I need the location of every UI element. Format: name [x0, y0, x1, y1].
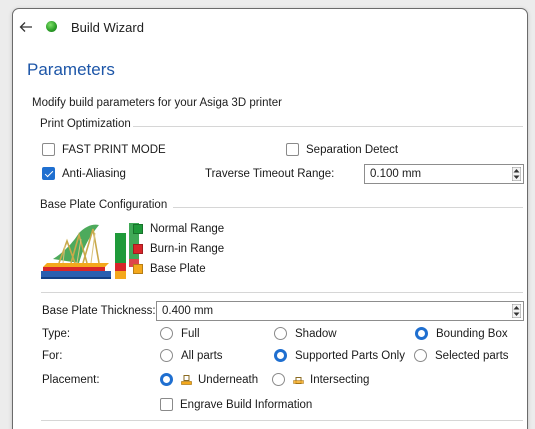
legend-burn-in-range: Burn-in Range: [133, 243, 224, 255]
group-divider: [173, 207, 523, 208]
radio-label: All parts: [181, 349, 223, 362]
page-subtitle: Modify build parameters for your Asiga 3…: [32, 97, 282, 109]
for-radio-all-parts[interactable]: All parts: [160, 349, 223, 362]
checkbox-box[interactable]: [286, 143, 299, 156]
base-plate-thickness-label: Base Plate Thickness:: [42, 305, 156, 317]
legend-label: Burn-in Range: [150, 243, 225, 255]
traverse-timeout-spinbox[interactable]: 0.100 mm: [364, 164, 524, 184]
print-optimization-title: Print Optimization: [40, 118, 131, 130]
radio-button-selected[interactable]: [415, 327, 428, 340]
radio-button[interactable]: [160, 327, 173, 340]
type-radio-shadow[interactable]: Shadow: [274, 327, 337, 340]
placement-label: Placement:: [42, 374, 100, 386]
fast-print-mode-checkbox[interactable]: FAST PRINT MODE: [42, 143, 166, 156]
radio-button[interactable]: [272, 373, 285, 386]
legend-swatch-green: [133, 224, 143, 234]
radio-label: Intersecting: [310, 373, 370, 386]
radio-label: Supported Parts Only: [295, 349, 405, 362]
radio-button[interactable]: [414, 349, 427, 362]
radio-button-selected[interactable]: [160, 373, 173, 386]
anti-aliasing-checkbox[interactable]: Anti-Aliasing: [42, 167, 126, 180]
app-logo-icon: [46, 21, 57, 32]
section-divider: [41, 420, 523, 421]
for-radio-supported-parts-only[interactable]: Supported Parts Only: [274, 349, 405, 362]
title-bar: Build Wizard: [13, 9, 527, 45]
engrave-build-info-label: Engrave Build Information: [180, 398, 313, 411]
spinner-arrows-icon[interactable]: [512, 167, 521, 181]
anti-aliasing-label: Anti-Aliasing: [62, 167, 126, 180]
base-plate-thickness-value: 0.400 mm: [162, 305, 214, 317]
checkbox-box[interactable]: [42, 143, 55, 156]
radio-label: Full: [181, 327, 200, 340]
build-wizard-window: Build Wizard Parameters Modify build par…: [12, 8, 528, 429]
legend-swatch-orange: [133, 264, 143, 274]
for-radio-selected-parts[interactable]: Selected parts: [414, 349, 509, 362]
traverse-timeout-label: Traverse Timeout Range:: [205, 168, 335, 180]
placement-radio-intersecting[interactable]: Intersecting: [272, 373, 369, 386]
legend-label: Base Plate: [150, 263, 206, 275]
section-divider: [41, 292, 523, 293]
base-plate-illustration-icon: [41, 223, 139, 279]
placement-radio-underneath[interactable]: Underneath: [160, 373, 258, 386]
radio-label: Underneath: [198, 373, 259, 386]
legend-normal-range: Normal Range: [133, 223, 224, 235]
intersecting-placement-icon: [293, 376, 304, 384]
back-arrow-icon[interactable]: [19, 20, 33, 34]
underneath-placement-icon: [181, 374, 192, 385]
for-label: For:: [42, 350, 63, 362]
radio-label: Selected parts: [435, 349, 509, 362]
checkbox-box-checked[interactable]: [42, 167, 55, 180]
separation-detect-label: Separation Detect: [306, 143, 399, 156]
checkbox-box[interactable]: [160, 398, 173, 411]
legend-base-plate: Base Plate: [133, 263, 206, 275]
radio-label: Bounding Box: [436, 327, 508, 340]
type-radio-full[interactable]: Full: [160, 327, 200, 340]
radio-button-selected[interactable]: [274, 349, 287, 362]
type-radio-bounding-box[interactable]: Bounding Box: [415, 327, 508, 340]
window-title: Build Wizard: [71, 20, 144, 35]
base-plate-thickness-spinbox[interactable]: 0.400 mm: [156, 301, 524, 321]
radio-button[interactable]: [160, 349, 173, 362]
group-divider: [133, 126, 523, 127]
traverse-timeout-value: 0.100 mm: [370, 168, 422, 180]
legend-label: Normal Range: [150, 223, 225, 235]
legend-swatch-red: [133, 244, 143, 254]
type-label: Type:: [42, 328, 71, 340]
radio-label: Shadow: [295, 327, 337, 340]
fast-print-mode-label: FAST PRINT MODE: [62, 143, 166, 156]
spinner-arrows-icon[interactable]: [512, 304, 521, 318]
page-heading: Parameters: [27, 60, 115, 79]
base-plate-config-title: Base Plate Configuration: [40, 199, 168, 211]
separation-detect-checkbox[interactable]: Separation Detect: [286, 143, 398, 156]
radio-button[interactable]: [274, 327, 287, 340]
engrave-build-info-checkbox[interactable]: Engrave Build Information: [160, 398, 312, 411]
